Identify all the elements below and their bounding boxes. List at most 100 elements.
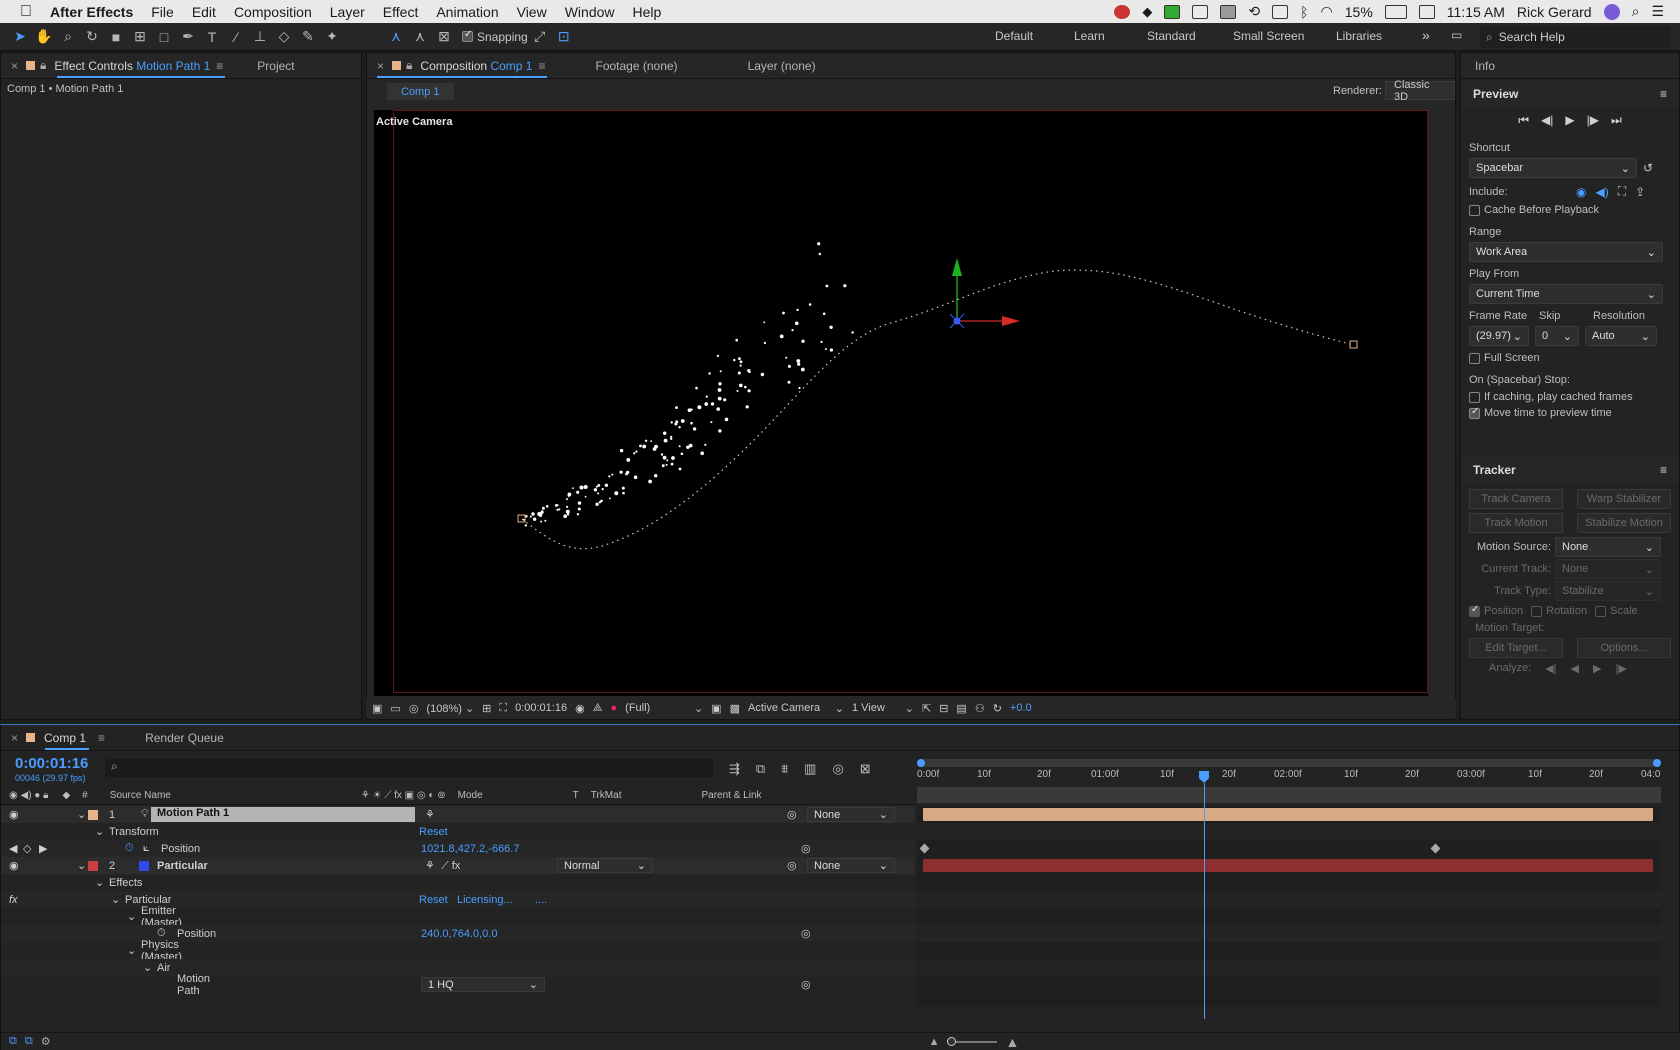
camera-view-dropdown[interactable]: Active Camera ⌄ xyxy=(748,702,844,715)
include-audio-icon[interactable]: ◀) xyxy=(1595,185,1608,199)
range-dropdown[interactable]: Work Area ⌄ xyxy=(1469,242,1663,262)
rectangle-tool-icon[interactable]: □ xyxy=(152,26,176,48)
renderer-dropdown[interactable]: Classic 3D xyxy=(1385,79,1455,103)
view-axis-icon[interactable]: ⊠ xyxy=(432,26,456,48)
snapshot-icon[interactable]: ◉ xyxy=(575,702,585,715)
toggle-pixel-aspect-icon[interactable]: ⇱ xyxy=(922,702,931,715)
track-motion-button[interactable]: Track Motion xyxy=(1469,513,1563,533)
path-end-handle[interactable] xyxy=(1349,340,1358,349)
show-snapshot-icon[interactable]: ⟁ xyxy=(593,702,603,715)
track-type-dropdown[interactable]: Stabilize ⌄ xyxy=(1555,581,1661,601)
time-navigator[interactable] xyxy=(917,787,1661,803)
source-name-header[interactable]: Source Name xyxy=(110,790,171,801)
time-ruler[interactable]: 0:00f 10f 20f 01:00f 10f 20f 02:00f 10f … xyxy=(917,757,1661,803)
draft-3d-toggle-icon[interactable]: ⧉ xyxy=(756,761,765,777)
creative-cloud-icon[interactable] xyxy=(1114,4,1131,19)
puppet-tool-icon[interactable]: ✦ xyxy=(320,26,344,48)
parent-dropdown-layer-2[interactable]: None ⌄ xyxy=(807,858,895,873)
rotate-tool-icon[interactable]: ↻ xyxy=(80,26,104,48)
layer-name-motion-path-1[interactable]: Motion Path 1 xyxy=(151,807,415,822)
current-track-dropdown[interactable]: None ⌄ xyxy=(1555,559,1661,579)
tab-composition[interactable]: × 🔒︎ Composition Comp 1 ≡ xyxy=(367,53,556,79)
timeline-search-input[interactable]: ⌕ xyxy=(105,759,713,777)
menu-help[interactable]: Help xyxy=(624,4,671,20)
path-start-handle[interactable] xyxy=(517,514,526,523)
motion-path-dropdown[interactable]: 1 HQ ⌄ xyxy=(421,977,545,992)
disclosure-chevron-icon[interactable]: ⌄ xyxy=(111,893,120,906)
info-tab[interactable]: Info xyxy=(1461,53,1679,79)
first-frame-icon[interactable]: ⏮ xyxy=(1518,113,1529,128)
air-row[interactable]: ⌄ Air xyxy=(1,959,915,976)
siri-icon[interactable] xyxy=(1603,3,1620,20)
panel-menu-icon[interactable]: ≡ xyxy=(1660,463,1667,477)
window-icon[interactable] xyxy=(1192,4,1209,19)
transparency-grid-icon[interactable]: ▩ xyxy=(730,702,740,715)
snapping-checkbox[interactable]: Snapping xyxy=(462,29,528,44)
cache-before-playback-checkbox[interactable]: Cache Before Playback xyxy=(1469,204,1671,216)
workspace-default[interactable]: Default xyxy=(995,29,1033,43)
transfer-controls-toggle-icon[interactable]: ⧉ xyxy=(25,1035,33,1048)
menu-file[interactable]: File xyxy=(142,4,183,20)
battery-percent[interactable]: 15% xyxy=(1345,4,1373,20)
camera-tool-icon[interactable]: ■ xyxy=(104,26,128,48)
motion-blur-icon[interactable]: ◎ xyxy=(832,761,843,777)
pan-behind-tool-icon[interactable]: ⊞ xyxy=(128,26,152,48)
effect-options-link[interactable]: .... xyxy=(535,894,547,906)
fx-icon[interactable]: fx xyxy=(9,894,18,906)
include-overlays-icon[interactable]: ⛶ xyxy=(1618,184,1626,199)
close-icon[interactable]: × xyxy=(11,59,18,73)
type-tool-icon[interactable]: T xyxy=(200,26,224,48)
graph-editor-icon[interactable]: ⊠ xyxy=(860,761,871,777)
analyze-back-1-icon[interactable]: ◀| xyxy=(1545,662,1556,675)
menu-edit[interactable]: Edit xyxy=(183,4,225,20)
track-camera-button[interactable]: Track Camera xyxy=(1469,489,1563,509)
include-video-icon[interactable]: ◉ xyxy=(1576,185,1586,199)
scale-checkbox[interactable]: Scale xyxy=(1595,605,1638,617)
battery-icon[interactable] xyxy=(1384,4,1407,19)
time-machine-icon[interactable]: ⟲ xyxy=(1248,3,1260,20)
tab-layer[interactable]: Layer (none) xyxy=(738,53,826,79)
particular-effect-row[interactable]: fx ⌄ Particular Reset Licensing... .... xyxy=(1,891,915,908)
snap-edge-icon[interactable]: ⤢ xyxy=(528,26,552,48)
fast-previews-icon[interactable]: ▣ xyxy=(711,702,721,715)
workspace-standard[interactable]: Standard xyxy=(1147,29,1196,43)
draft-3d-icon[interactable]: ⊟ xyxy=(939,702,948,715)
zoom-out-icon[interactable]: ▲ xyxy=(929,1036,940,1048)
timeline-current-time[interactable]: 0:00:01:16 xyxy=(15,755,88,772)
layer-row-motion-path-1[interactable]: ◉ ⌄ 1 💡︎ Motion Path 1 ⚘ ◎ None ⌄ xyxy=(1,806,915,823)
reset-exposure-icon[interactable]: ↻ xyxy=(993,702,1002,715)
full-screen-checkbox[interactable]: Full Screen xyxy=(1469,352,1671,364)
disclosure-chevron-icon[interactable]: ⌄ xyxy=(77,808,86,821)
shy-layers-icon[interactable]: ⩩ xyxy=(781,761,788,777)
keyframe-end[interactable] xyxy=(1430,843,1441,854)
rotation-checkbox[interactable]: Rotation xyxy=(1531,605,1587,617)
menu-composition[interactable]: Composition xyxy=(225,4,321,20)
dropbox-icon[interactable]: ◆ xyxy=(1142,4,1152,20)
workspace-overflow-icon[interactable]: » xyxy=(1422,27,1430,43)
mode-header[interactable]: Mode xyxy=(458,790,483,801)
pickwhip-icon[interactable]: ◎ xyxy=(801,842,811,855)
label-icon[interactable]: ◆ xyxy=(62,790,70,801)
effect-reset-link[interactable]: Reset xyxy=(419,894,448,906)
layer-bar-motion-path-1[interactable] xyxy=(923,808,1653,821)
emitter-position-value[interactable]: 240.0,764.0,0.0 xyxy=(421,928,497,940)
layer-label-color[interactable] xyxy=(88,860,98,871)
selection-tool-icon[interactable]: ➤ xyxy=(8,26,32,48)
position-value[interactable]: 1021.8,427.2,-666.7 xyxy=(421,843,519,855)
position-checkbox[interactable]: Position xyxy=(1469,604,1523,617)
keyframe-start[interactable] xyxy=(919,843,930,854)
skip-dropdown[interactable]: 0 ⌄ xyxy=(1535,326,1579,346)
disclosure-chevron-icon[interactable]: ⌄ xyxy=(77,859,86,872)
if-caching-checkbox[interactable]: If caching, play cached frames xyxy=(1469,391,1671,403)
spotlight-icon[interactable]: ⌕ xyxy=(1632,3,1640,20)
add-keyframe-icon[interactable]: ◇ xyxy=(23,842,31,855)
analyze-forward-icon[interactable]: ▶ xyxy=(1593,662,1601,675)
resolution-dropdown[interactable]: (Full) ⌄ xyxy=(625,702,703,715)
lock-icon[interactable]: 🔒︎ xyxy=(40,58,46,73)
menu-effect[interactable]: Effect xyxy=(374,4,428,20)
av-switches-icon[interactable]: ◉ ◀) ● 🔒︎ xyxy=(9,790,48,801)
always-preview-icon[interactable]: ▣ xyxy=(372,702,382,715)
y-axis-arrow-icon[interactable] xyxy=(952,258,962,276)
eye-icon[interactable]: ◉ xyxy=(9,859,19,872)
shortcut-dropdown[interactable]: Spacebar ⌄ xyxy=(1469,158,1637,178)
